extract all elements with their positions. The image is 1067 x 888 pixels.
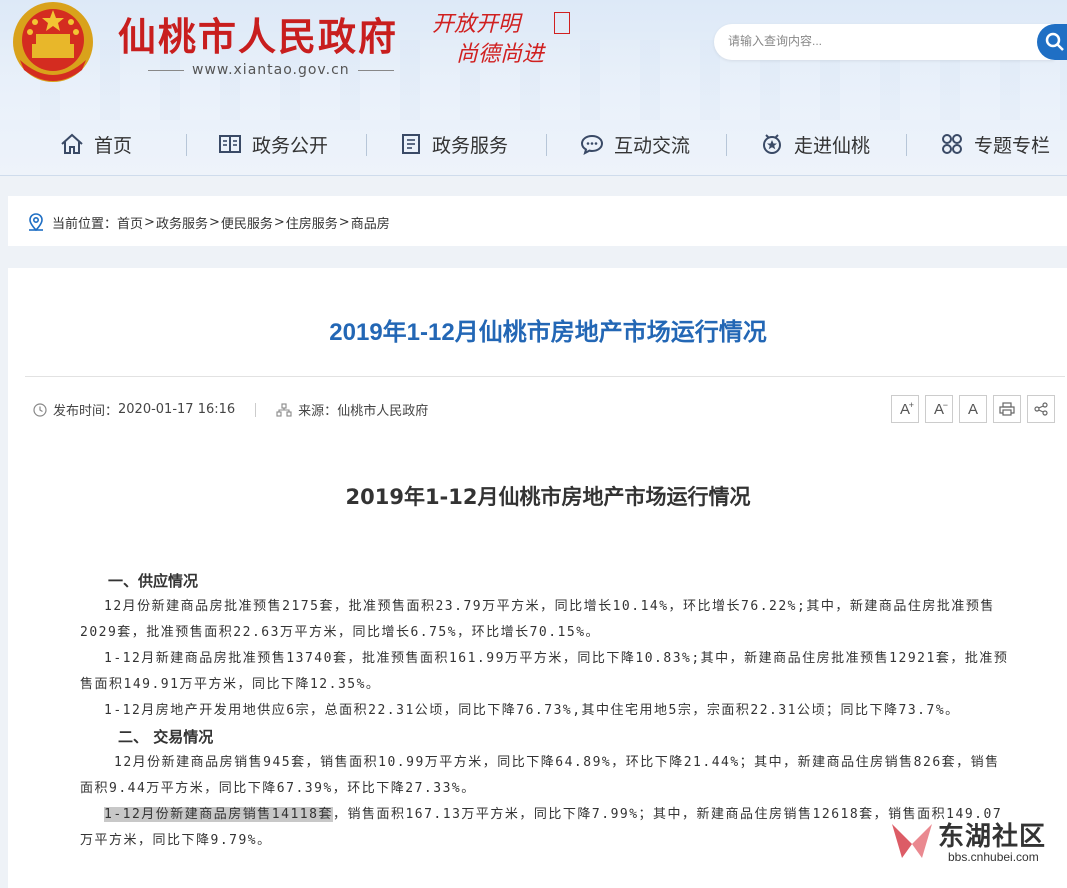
main-nav: 首页 政务公开 政务服务 互动交流 走进仙桃 专题专栏 xyxy=(0,122,1067,166)
paragraph: 1-12月份新建商品房销售14118套，销售面积167.13万平方米，同比下降7… xyxy=(80,802,1010,854)
source-value: 仙桃市人民政府 xyxy=(337,404,429,419)
article-body: 一、供应情况 12月份新建商品房批准预售2175套，批准预售面积23.79万平方… xyxy=(80,568,1010,854)
nav-label: 互动交流 xyxy=(614,134,691,157)
slogan-line2: 尚德尚进 xyxy=(456,42,545,67)
breadcrumb: 当前位置： 首页 > 政务服务 > 便民服务 > 住房服务 > 商品房 xyxy=(26,212,390,232)
breadcrumb-prefix: 当前位置： xyxy=(52,216,118,232)
nav-label: 走进仙桃 xyxy=(794,134,871,157)
nav-gov-services[interactable]: 政务服务 xyxy=(400,122,508,166)
article-meta: 发布时间： 2020-01-17 16:16 来源： 仙桃市人民政府 xyxy=(33,400,428,419)
breadcrumb-separator: > xyxy=(144,214,155,230)
publish-time: 2020-01-17 16:16 xyxy=(118,402,236,417)
font-decrease-button[interactable]: A − xyxy=(925,395,953,423)
location-pin-icon xyxy=(29,213,43,232)
site-title[interactable]: 仙桃市人民政府 xyxy=(118,6,398,61)
book-icon xyxy=(219,135,241,153)
section-heading: 一、供应情况 xyxy=(108,572,199,590)
clock-icon xyxy=(33,402,47,417)
nav-label: 政务公开 xyxy=(252,134,329,157)
home-icon xyxy=(61,133,83,154)
breadcrumb-item-home[interactable]: 首页 xyxy=(117,213,143,232)
nav-label: 首页 xyxy=(94,134,133,157)
breadcrumb-item-commercial-housing[interactable]: 商品房 xyxy=(351,213,390,232)
seal-icon xyxy=(554,12,570,34)
section-heading: 二、 交易情况 xyxy=(118,728,214,746)
search-box xyxy=(714,24,1054,60)
site-url-text: www.xiantao.gov.cn xyxy=(192,62,350,78)
paragraph: 1-12月新建商品房批准预售13740套，批准预售面积161.99万平方米，同比… xyxy=(80,651,1009,692)
article-tools: A + A − A xyxy=(891,395,1061,423)
nav-gov-affairs[interactable]: 政务公开 xyxy=(218,122,328,166)
paragraph: 12月份新建商品房批准预售2175套，批准预售面积23.79万平方米，同比增长1… xyxy=(80,599,995,640)
content-title: 2019年1-12月仙桃市房地产市场运行情况 xyxy=(345,485,751,509)
share-icon xyxy=(1034,402,1048,416)
breadcrumb-separator: > xyxy=(208,214,220,230)
watermark-name: 东湖社区 xyxy=(938,822,1047,852)
divider xyxy=(25,376,1065,377)
watermark: 东湖社区 bbs.cnhubei.com xyxy=(888,812,1067,872)
print-button[interactable] xyxy=(993,395,1021,423)
document-icon xyxy=(402,134,420,154)
nav-interaction[interactable]: 互动交流 xyxy=(580,122,690,166)
font-reset-button[interactable]: A xyxy=(959,395,987,423)
highlighted-text: 1-12月份新建商品房销售14118套 xyxy=(104,807,333,822)
article: 2019年1-12月仙桃市房地产市场运行情况 发布时间： 2020-01-17 … xyxy=(8,268,1067,888)
site-header: 仙桃市人民政府 www.xiantao.gov.cn 开放开明 尚德尚进 首页 xyxy=(0,0,1067,176)
breadcrumb-separator: > xyxy=(338,214,350,230)
breadcrumb-separator: > xyxy=(273,214,285,230)
search-icon xyxy=(1045,32,1064,51)
site-url: www.xiantao.gov.cn xyxy=(140,62,402,78)
publish-label: 发布时间： xyxy=(53,404,119,419)
font-increase-button[interactable]: A + xyxy=(891,395,919,423)
search-input[interactable] xyxy=(726,33,1030,49)
breadcrumb-item-gov-services[interactable]: 政务服务 xyxy=(156,213,208,232)
slogan-line1: 开放开明 xyxy=(432,12,521,37)
source-icon xyxy=(276,402,292,417)
paragraph: 1-12月房地产开发用地供应6宗，总面积22.31公顷，同比下降76.73%,其… xyxy=(104,703,960,718)
breadcrumb-bar: 当前位置： 首页 > 政务服务 > 便民服务 > 住房服务 > 商品房 xyxy=(8,196,1067,246)
breadcrumb-item-public-services[interactable]: 便民服务 xyxy=(221,213,273,232)
grid-icon xyxy=(942,134,962,154)
watermark-url: bbs.cnhubei.com xyxy=(948,850,1039,864)
search-button[interactable] xyxy=(1037,24,1067,60)
slogan: 开放开明 尚德尚进 xyxy=(432,10,570,72)
nav-home[interactable]: 首页 xyxy=(60,122,132,166)
source-label: 来源： xyxy=(298,404,338,419)
chat-icon xyxy=(580,134,604,155)
nav-label: 政务服务 xyxy=(432,134,509,157)
print-icon xyxy=(999,402,1015,416)
nav-special-topics[interactable]: 专题专栏 xyxy=(940,122,1050,166)
nav-about-xiantao[interactable]: 走进仙桃 xyxy=(760,122,870,166)
watermark-logo-icon xyxy=(892,824,932,858)
nav-label: 专题专栏 xyxy=(974,134,1051,157)
share-button[interactable] xyxy=(1027,395,1055,423)
badge-icon xyxy=(763,134,781,154)
paragraph: 12月份新建商品房销售945套，销售面积10.99万平方米，同比下降64.89%… xyxy=(80,755,1000,796)
article-title: 2019年1-12月仙桃市房地产市场运行情况 xyxy=(329,319,767,346)
breadcrumb-item-housing[interactable]: 住房服务 xyxy=(286,213,338,232)
national-emblem-icon xyxy=(13,2,93,82)
